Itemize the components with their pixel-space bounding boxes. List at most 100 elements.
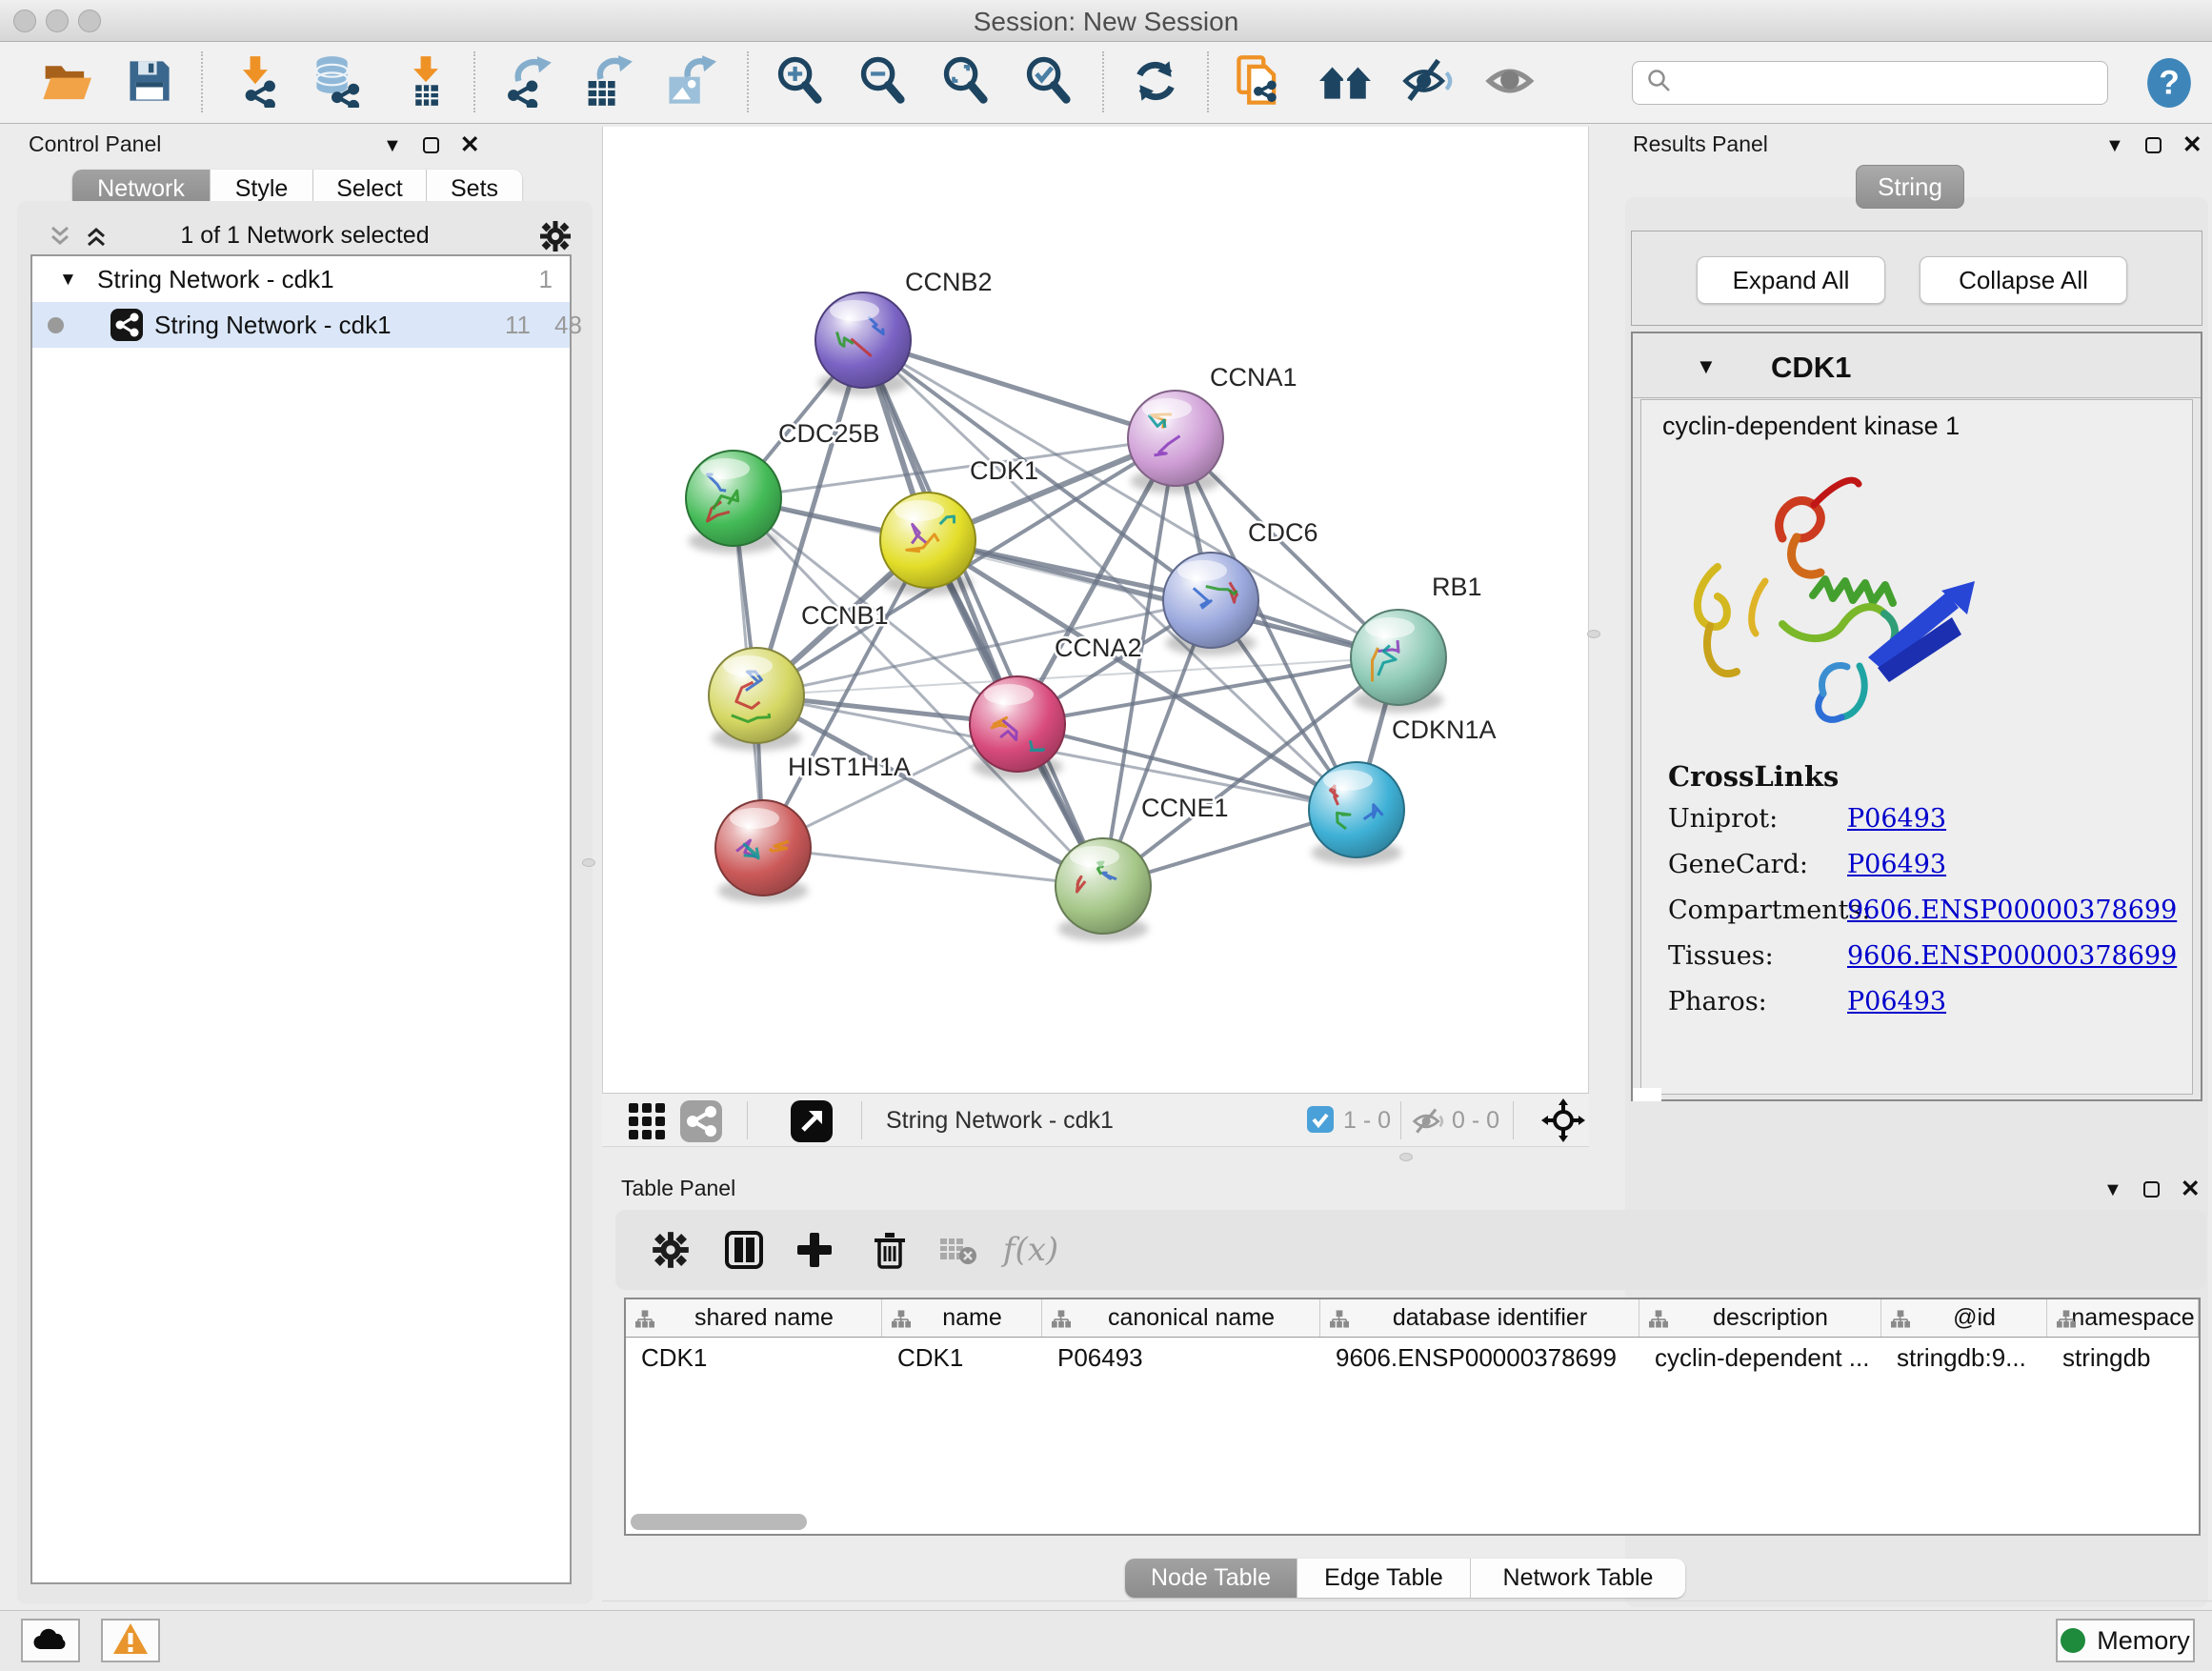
- zoom-selected-button[interactable]: [1021, 55, 1076, 111]
- tab-string[interactable]: String: [1856, 165, 1964, 209]
- memory-button[interactable]: Memory: [2056, 1619, 2195, 1662]
- open-in-window-icon[interactable]: [791, 1100, 833, 1147]
- network-view-mode-icon[interactable]: [680, 1100, 722, 1147]
- panel-close-icon[interactable]: ✕: [460, 133, 480, 157]
- network-node-ccnb1[interactable]: [709, 648, 804, 751]
- node-table[interactable]: shared namenamecanonical namedatabase id…: [624, 1298, 2201, 1536]
- network-node-ccne1[interactable]: [1056, 838, 1151, 941]
- delete-table-icon[interactable]: [933, 1223, 986, 1277]
- table-horizontal-scrollbar[interactable]: [631, 1514, 807, 1530]
- network-edge[interactable]: [863, 340, 1176, 438]
- gene-collapse-icon[interactable]: ▼: [1696, 354, 1717, 379]
- network-node-rb1[interactable]: [1351, 610, 1446, 713]
- network-node-cdc25b[interactable]: [686, 451, 781, 554]
- network-node-ccna1[interactable]: [1128, 391, 1223, 493]
- panel-menu-icon[interactable]: ▼: [2105, 136, 2124, 155]
- table-cell[interactable]: cyclin-dependent ...: [1639, 1338, 1881, 1378]
- help-button[interactable]: ?: [2143, 57, 2195, 109]
- column-header-description[interactable]: description: [1639, 1299, 1881, 1337]
- grid-view-icon[interactable]: [627, 1101, 667, 1146]
- table-cell[interactable]: CDK1: [626, 1338, 882, 1378]
- table-cell[interactable]: CDK1: [882, 1338, 1042, 1378]
- import-table-button[interactable]: [398, 55, 453, 111]
- cloud-status-button[interactable]: [21, 1619, 80, 1662]
- tab-network-table[interactable]: Network Table: [1471, 1559, 1685, 1598]
- network-graph[interactable]: CCNB2CCNA1CDC25BCDK1CDC6RB1CCNB1CCNA2CDK…: [603, 127, 1590, 1093]
- network-node-cdkn1a[interactable]: [1309, 762, 1404, 865]
- column-header-name[interactable]: name: [882, 1299, 1042, 1337]
- crosslink-label: Uniprot:: [1668, 804, 1847, 834]
- table-cell[interactable]: stringdb:9...: [1881, 1338, 2047, 1378]
- collapse-all-button[interactable]: Collapse All: [1920, 256, 2127, 304]
- panel-close-icon[interactable]: ✕: [2182, 133, 2202, 157]
- function-builder-button[interactable]: f(x): [1004, 1223, 1057, 1277]
- left-splitter-handle[interactable]: [582, 858, 595, 867]
- tab-node-table[interactable]: Node Table: [1125, 1559, 1297, 1598]
- table-cell[interactable]: 9606.ENSP00000378699: [1320, 1338, 1639, 1378]
- hide-graphics-button[interactable]: [1400, 55, 1456, 111]
- gene-card-header[interactable]: ▼ CDK1: [1633, 333, 2201, 398]
- panel-float-icon[interactable]: [2143, 1181, 2160, 1198]
- delete-column-trash-icon[interactable]: [863, 1223, 916, 1277]
- crosslinks-heading: CrossLinks: [1668, 760, 2182, 793]
- crosslink-link[interactable]: P06493: [1847, 987, 1946, 1017]
- open-session-button[interactable]: [38, 55, 93, 111]
- table-cell[interactable]: stringdb: [2047, 1338, 2199, 1378]
- export-network-button[interactable]: [499, 55, 554, 111]
- crosslink-link[interactable]: 9606.ENSP00000378699: [1847, 941, 2177, 971]
- panel-close-icon[interactable]: ✕: [2181, 1178, 2201, 1201]
- network-options-gear-icon[interactable]: [539, 220, 572, 257]
- network-node-hist1h1a[interactable]: [715, 800, 811, 903]
- crosslink-link[interactable]: P06493: [1847, 850, 1946, 879]
- panel-float-icon[interactable]: [423, 137, 439, 153]
- create-column-plus-icon[interactable]: [788, 1223, 841, 1277]
- pan-crosshair-icon[interactable]: [1541, 1098, 1585, 1147]
- show-graphics-button[interactable]: [1484, 55, 1539, 111]
- network-node-ccnb2[interactable]: [815, 292, 911, 395]
- gene-description: cyclin-dependent kinase 1: [1662, 412, 1960, 441]
- network-edge[interactable]: [863, 340, 1103, 886]
- network-edge[interactable]: [763, 848, 1103, 886]
- right-splitter-handle[interactable]: [1587, 630, 1600, 638]
- refresh-button[interactable]: [1128, 55, 1183, 111]
- zoom-out-button[interactable]: [855, 55, 911, 111]
- home-button[interactable]: [1317, 55, 1373, 111]
- save-session-button[interactable]: [122, 55, 177, 111]
- show-columns-icon[interactable]: [717, 1223, 771, 1277]
- import-network-button[interactable]: [229, 55, 284, 111]
- network-collection-row[interactable]: ▼ String Network - cdk1 1: [32, 256, 570, 302]
- network-row[interactable]: String Network - cdk1 11 48: [32, 302, 570, 348]
- column-header-canonical-name[interactable]: canonical name: [1042, 1299, 1320, 1337]
- export-image-button[interactable]: [662, 55, 717, 111]
- table-options-gear-icon[interactable]: [644, 1223, 697, 1277]
- panel-menu-icon[interactable]: ▼: [2103, 1180, 2122, 1199]
- warning-status-button[interactable]: [101, 1619, 160, 1662]
- column-header-namespace[interactable]: namespace: [2047, 1299, 2199, 1337]
- network-node-ccna2[interactable]: [970, 676, 1065, 779]
- table-cell[interactable]: P06493: [1042, 1338, 1320, 1378]
- panel-float-icon[interactable]: [2145, 137, 2162, 153]
- panel-menu-icon[interactable]: ▼: [383, 136, 402, 155]
- network-node-cdk1[interactable]: [880, 493, 975, 595]
- search-input-container: [1632, 61, 2108, 105]
- network-node-cdc6[interactable]: [1163, 553, 1258, 655]
- selected-checkbox-icon[interactable]: [1307, 1106, 1334, 1137]
- import-database-button[interactable]: [311, 55, 366, 111]
- tab-edge-table[interactable]: Edge Table: [1297, 1559, 1471, 1598]
- export-table-button[interactable]: [579, 55, 634, 111]
- zoom-fit-button[interactable]: [938, 55, 994, 111]
- crosslink-link[interactable]: 9606.ENSP00000378699: [1847, 896, 2177, 925]
- hidden-eye-icon[interactable]: [1412, 1105, 1444, 1142]
- zoom-in-button[interactable]: [773, 55, 828, 111]
- search-input[interactable]: [1682, 69, 2107, 98]
- save-session-icon: [125, 56, 174, 111]
- copy-network-button[interactable]: [1232, 55, 1287, 111]
- column-header-database-identifier[interactable]: database identifier: [1320, 1299, 1639, 1337]
- table-row[interactable]: CDK1CDK1P064939606.ENSP00000378699cyclin…: [626, 1338, 2199, 1378]
- network-view-canvas[interactable]: CCNB2CCNA1CDC25BCDK1CDC6RB1CCNB1CCNA2CDK…: [602, 127, 1589, 1093]
- collection-expand-icon[interactable]: ▼: [59, 270, 77, 291]
- column-header-shared-name[interactable]: shared name: [626, 1299, 882, 1337]
- column-header-at-id[interactable]: @id: [1881, 1299, 2047, 1337]
- expand-all-button[interactable]: Expand All: [1697, 256, 1885, 304]
- crosslink-link[interactable]: P06493: [1847, 804, 1946, 834]
